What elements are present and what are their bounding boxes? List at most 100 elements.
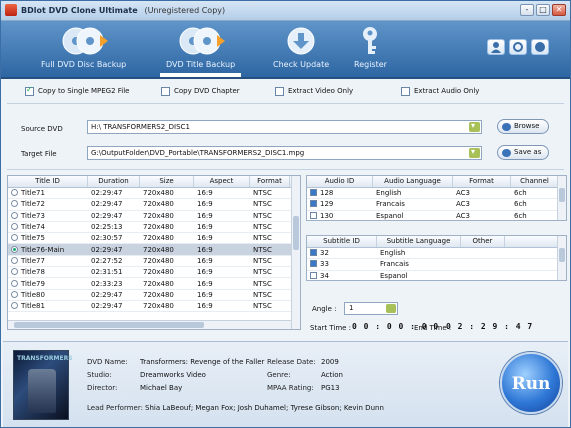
col-subtitle-other[interactable]: Other bbox=[461, 236, 505, 247]
extract-audio-option[interactable]: Extract Audio Only bbox=[401, 86, 479, 96]
col-format[interactable]: Format bbox=[250, 176, 290, 187]
title-radio[interactable] bbox=[11, 189, 18, 197]
settings-button[interactable] bbox=[509, 39, 527, 55]
title-radio[interactable] bbox=[11, 279, 18, 287]
table-cell: NTSC bbox=[250, 233, 290, 243]
titles-horizontal-scrollbar[interactable] bbox=[8, 320, 291, 329]
end-time-value[interactable]: 0 2 : 2 9 : 4 7 bbox=[446, 322, 533, 331]
track-checkbox[interactable] bbox=[310, 200, 317, 208]
title-radio[interactable] bbox=[11, 245, 18, 253]
chevron-down-icon[interactable] bbox=[469, 120, 480, 132]
close-button[interactable]: ✕ bbox=[552, 4, 566, 16]
track-checkbox[interactable] bbox=[310, 189, 317, 197]
user-button[interactable] bbox=[487, 39, 505, 55]
table-cell: AC3 bbox=[453, 188, 511, 198]
col-audio-id[interactable]: Audio ID bbox=[307, 176, 373, 187]
cell-text: 02:31:51 bbox=[91, 268, 123, 277]
track-checkbox[interactable] bbox=[310, 271, 317, 279]
table-row[interactable]: Title79 02:33:23 720x480 16:9 NTSC bbox=[8, 278, 300, 290]
browse-button[interactable]: Browse bbox=[497, 119, 549, 134]
table-row[interactable]: 130 Espanol AC3 6ch bbox=[307, 211, 566, 220]
table-cell: English bbox=[373, 188, 453, 198]
table-row[interactable]: Title76-Main 02:29:47 720x480 16:9 NTSC bbox=[8, 244, 300, 256]
col-aspect[interactable]: Aspect bbox=[194, 176, 250, 187]
table-row[interactable]: Title77 02:27:52 720x480 16:9 NTSC bbox=[8, 256, 300, 268]
table-row[interactable]: Title73 02:29:47 720x480 16:9 NTSC bbox=[8, 211, 300, 222]
maximize-button[interactable]: □ bbox=[536, 4, 550, 16]
scroll-thumb[interactable] bbox=[559, 188, 565, 202]
cell-text: AC3 bbox=[456, 211, 471, 220]
col-audio-language[interactable]: Audio Language bbox=[373, 176, 453, 187]
check-update-label: Check Update bbox=[273, 60, 330, 69]
dvd-info-panel: TRANSFORMERS DVD Name: Transformers: Rev… bbox=[3, 341, 568, 427]
title-radio[interactable] bbox=[11, 256, 18, 264]
cell-text: 130 bbox=[320, 211, 334, 220]
copy-dvd-chapter-checkbox[interactable] bbox=[161, 86, 170, 96]
extract-video-checkbox[interactable] bbox=[275, 86, 284, 96]
extract-video-option[interactable]: Extract Video Only bbox=[275, 86, 353, 96]
subtitle-scrollbar[interactable] bbox=[557, 236, 566, 280]
minimize-button[interactable]: - bbox=[520, 4, 534, 16]
title-radio[interactable] bbox=[11, 211, 18, 219]
track-checkbox[interactable] bbox=[310, 249, 317, 257]
track-checkbox[interactable] bbox=[310, 260, 317, 268]
cell-text: NTSC bbox=[253, 234, 272, 243]
col-size[interactable]: Size bbox=[140, 176, 194, 187]
table-row[interactable]: 34 Espanol bbox=[307, 271, 566, 280]
extract-audio-checkbox[interactable] bbox=[401, 86, 410, 96]
table-cell: 02:25:13 bbox=[88, 222, 140, 232]
audio-scrollbar[interactable] bbox=[557, 176, 566, 220]
title-radio[interactable] bbox=[11, 223, 18, 231]
cell-text: 02:29:47 bbox=[91, 245, 123, 254]
register-button[interactable]: Register bbox=[354, 25, 387, 69]
col-title-id[interactable]: Title ID bbox=[8, 176, 88, 187]
title-radio[interactable] bbox=[11, 302, 18, 310]
copy-single-mpeg2-checkbox[interactable] bbox=[25, 85, 34, 96]
title-radio[interactable] bbox=[11, 268, 18, 276]
save-as-button[interactable]: Save as bbox=[497, 145, 549, 160]
table-row[interactable]: 129 Francais AC3 6ch bbox=[307, 199, 566, 211]
table-row[interactable]: Title74 02:25:13 720x480 16:9 NTSC bbox=[8, 222, 300, 234]
target-file-field[interactable]: G:\OutputFolder\DVD_Portable\TRANSFORMER… bbox=[87, 146, 482, 160]
table-cell: 16:9 bbox=[194, 211, 250, 221]
scroll-thumb[interactable] bbox=[293, 216, 299, 250]
cell-text: 02:33:23 bbox=[91, 279, 123, 288]
table-row[interactable]: 33 Francais bbox=[307, 259, 566, 271]
copy-dvd-chapter-option[interactable]: Copy DVD Chapter bbox=[161, 86, 240, 96]
cell-text: 16:9 bbox=[197, 223, 213, 232]
col-subtitle-id[interactable]: Subtitle ID bbox=[307, 236, 377, 247]
table-row[interactable]: Title78 02:31:51 720x480 16:9 NTSC bbox=[8, 267, 300, 279]
chevron-down-icon[interactable] bbox=[386, 304, 396, 313]
check-update-button[interactable]: Check Update bbox=[273, 25, 329, 69]
cell-text: English bbox=[376, 189, 402, 198]
table-row[interactable]: Title75 02:30:57 720x480 16:9 NTSC bbox=[8, 233, 300, 245]
table-row[interactable]: 32 English bbox=[307, 248, 566, 260]
source-dvd-field[interactable]: H:\ TRANSFORMERS2_DISC1 bbox=[87, 120, 482, 134]
help-button[interactable] bbox=[531, 39, 549, 55]
table-cell: AC3 bbox=[453, 199, 511, 209]
copy-single-mpeg2-option[interactable]: Copy to Single MPEG2 File bbox=[25, 85, 129, 96]
col-subtitle-language[interactable]: Subtitle Language bbox=[377, 236, 461, 247]
scroll-thumb[interactable] bbox=[14, 322, 204, 328]
table-row[interactable]: Title80 02:29:47 720x480 16:9 NTSC bbox=[8, 290, 300, 301]
dvd-name-value: Transformers: Revenge of the Faller bbox=[140, 358, 265, 366]
table-row[interactable]: Title81 02:29:47 720x480 16:9 NTSC bbox=[8, 301, 300, 313]
table-row[interactable]: Title72 02:29:47 720x480 16:9 NTSC bbox=[8, 199, 300, 211]
table-row[interactable]: Title71 02:29:47 720x480 16:9 NTSC bbox=[8, 188, 300, 200]
title-radio[interactable] bbox=[11, 200, 18, 208]
title-radio[interactable] bbox=[11, 290, 18, 298]
col-audio-channel[interactable]: Channel bbox=[511, 176, 559, 187]
chevron-down-icon[interactable] bbox=[469, 146, 480, 158]
col-duration[interactable]: Duration bbox=[88, 176, 140, 187]
table-row[interactable]: 128 English AC3 6ch bbox=[307, 188, 566, 200]
title-radio[interactable] bbox=[11, 234, 18, 242]
angle-select[interactable]: 1 bbox=[344, 302, 398, 315]
col-audio-format[interactable]: Format bbox=[453, 176, 511, 187]
full-disc-backup-button[interactable]: Full DVD Disc Backup bbox=[41, 25, 126, 69]
cell-text: 16:9 bbox=[197, 302, 213, 311]
title-backup-button[interactable]: DVD Title Backup bbox=[159, 25, 242, 77]
titles-vertical-scrollbar[interactable] bbox=[291, 176, 300, 329]
scroll-thumb[interactable] bbox=[559, 248, 565, 262]
track-checkbox[interactable] bbox=[310, 211, 317, 219]
run-button[interactable]: Run bbox=[500, 352, 562, 414]
